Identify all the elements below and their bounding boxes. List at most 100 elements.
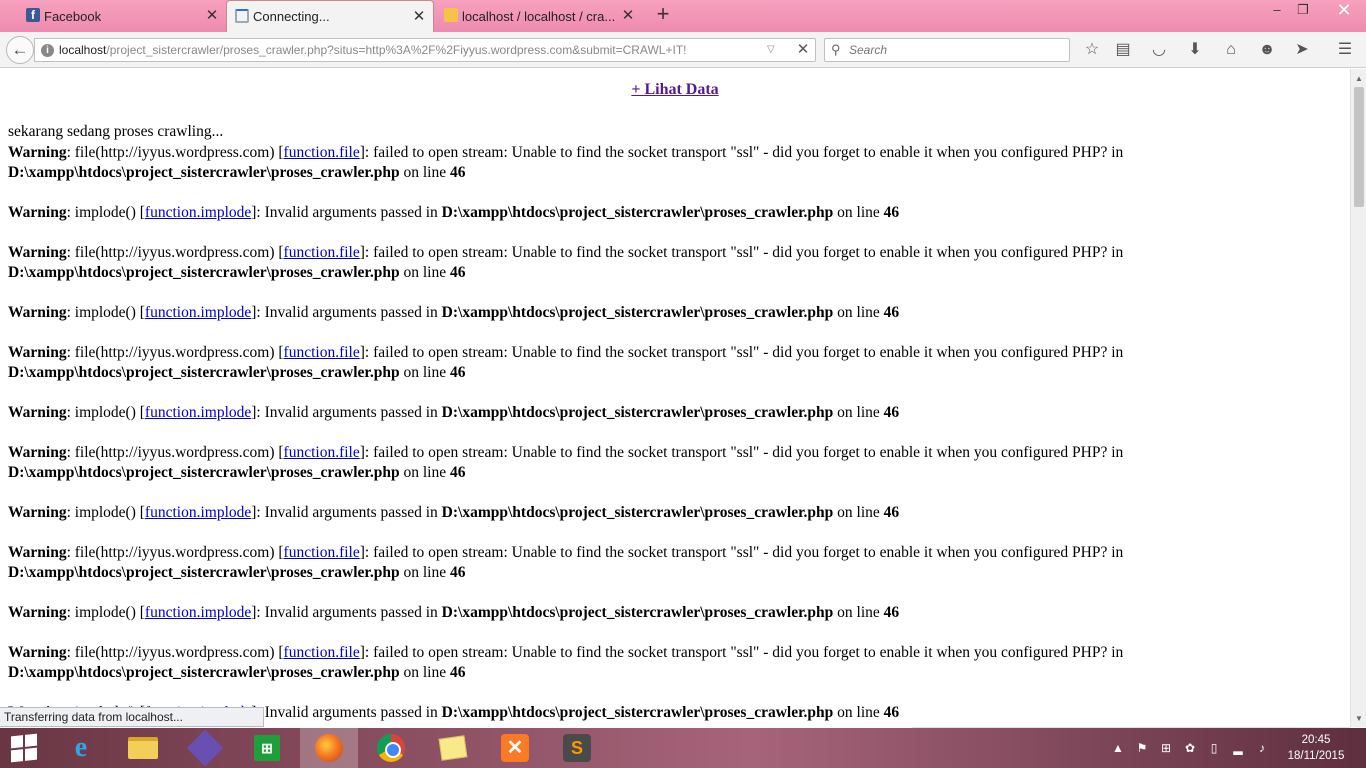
- facebook-icon: f: [26, 8, 40, 22]
- reading-list-icon[interactable]: ▤: [1113, 40, 1133, 60]
- tab-title: Facebook: [44, 8, 102, 24]
- sticky-notes-taskbar-button[interactable]: [424, 728, 482, 768]
- implode-warning-message: Warning: implode() [function.implode]: I…: [8, 403, 1298, 423]
- tab-close-icon[interactable]: ✕: [411, 9, 427, 25]
- home-icon[interactable]: ⌂: [1221, 40, 1241, 60]
- battery-icon[interactable]: ▯: [1206, 740, 1222, 756]
- function-doc-link[interactable]: function.implode: [145, 404, 251, 421]
- scrollbar-thumb[interactable]: [1354, 87, 1364, 207]
- file-explorer-taskbar-button[interactable]: [114, 728, 172, 768]
- warning-text: ]: failed to open stream: Unable to find…: [359, 644, 1124, 661]
- file-path: D:\xampp\htdocs\project_sistercrawler\pr…: [441, 504, 834, 521]
- tab-connecting[interactable]: Connecting... ✕: [226, 0, 434, 32]
- function-doc-link[interactable]: function.file: [284, 644, 360, 661]
- url-history-dropdown-icon[interactable]: ▽: [767, 39, 775, 61]
- warning-text: ]: Invalid arguments passed in: [251, 704, 442, 721]
- function-doc-link[interactable]: function.implode: [145, 504, 251, 521]
- warning-text: : implode() [: [66, 404, 145, 421]
- close-window-button[interactable]: ✕: [1322, 0, 1366, 22]
- line-number: 46: [450, 564, 466, 581]
- file-warning-message: Warning: file(http://iyyus.wordpress.com…: [8, 643, 1298, 683]
- tab-title: localhost / localhost / cra...: [462, 8, 616, 24]
- lihat-data-link[interactable]: + Lihat Data: [631, 81, 718, 98]
- warning-text: ]: Invalid arguments passed in: [251, 604, 442, 621]
- line-number: 46: [883, 204, 900, 221]
- back-button[interactable]: ←: [6, 36, 34, 64]
- vertical-scrollbar[interactable]: ▲ ▼: [1350, 69, 1366, 727]
- scroll-up-arrow-icon[interactable]: ▲: [1351, 71, 1366, 87]
- line-number: 46: [450, 464, 466, 481]
- function-doc-link[interactable]: function.implode: [145, 304, 251, 321]
- scroll-down-arrow-icon[interactable]: ▼: [1351, 711, 1366, 727]
- clock-date: 18/11/2015: [1287, 750, 1345, 762]
- tab-close-icon[interactable]: ✕: [204, 8, 220, 24]
- warning-label: Warning: [8, 244, 67, 261]
- pocket-icon[interactable]: ◡: [1149, 40, 1169, 60]
- file-warning-message: Warning: file(http://iyyus.wordpress.com…: [8, 443, 1298, 483]
- store-icon: ⊞: [254, 735, 280, 761]
- internet-explorer-taskbar-button[interactable]: e: [52, 728, 110, 768]
- network-signal-icon[interactable]: ▂: [1230, 740, 1246, 756]
- search-input[interactable]: [849, 41, 1063, 59]
- function-doc-link[interactable]: function.file: [284, 544, 360, 561]
- start-button[interactable]: [0, 728, 48, 768]
- file-warning-message: Warning: file(http://iyyus.wordpress.com…: [8, 143, 1298, 183]
- function-doc-link[interactable]: function.file: [284, 344, 360, 361]
- firefox-taskbar-button[interactable]: [300, 728, 358, 768]
- line-number: 46: [883, 704, 900, 721]
- lihat-data-heading: + Lihat Data: [0, 81, 1350, 99]
- page-content: + Lihat Data sekarang sedang proses craw…: [0, 69, 1350, 727]
- warning-text: ]: Invalid arguments passed in: [251, 304, 442, 321]
- url-text[interactable]: localhost/project_sistercrawler/proses_c…: [59, 39, 686, 61]
- file-path: D:\xampp\htdocs\project_sistercrawler\pr…: [441, 404, 834, 421]
- warning-text: ]: Invalid arguments passed in: [251, 504, 442, 521]
- warning-text: on line: [399, 364, 450, 381]
- file-warning-message: Warning: file(http://iyyus.wordpress.com…: [8, 543, 1298, 583]
- warning-text: : file(http://iyyus.wordpress.com) [: [66, 544, 284, 561]
- search-bar[interactable]: ⚲: [824, 38, 1070, 62]
- system-clock[interactable]: 20:45 18/11/2015: [1284, 732, 1348, 764]
- function-doc-link[interactable]: function.file: [284, 244, 360, 261]
- windows-icon[interactable]: ⊞: [1158, 740, 1174, 756]
- menu-icon[interactable]: ☰: [1335, 40, 1355, 60]
- bookmark-star-icon[interactable]: ☆: [1082, 40, 1102, 60]
- warning-text: ]: failed to open stream: Unable to find…: [359, 244, 1124, 261]
- file-path: D:\xampp\htdocs\project_sistercrawler\pr…: [441, 704, 834, 721]
- warning-text: ]: failed to open stream: Unable to find…: [359, 444, 1124, 461]
- url-bar[interactable]: i localhost/project_sistercrawler/proses…: [34, 38, 816, 62]
- site-info-icon[interactable]: i: [41, 44, 54, 57]
- downloads-icon[interactable]: ⬇: [1185, 40, 1205, 60]
- new-tab-button[interactable]: +: [652, 3, 674, 26]
- function-doc-link[interactable]: function.file: [284, 144, 360, 161]
- xampp-taskbar-button[interactable]: ✕: [486, 728, 544, 768]
- line-number: 46: [450, 264, 466, 281]
- volume-icon[interactable]: ♪: [1254, 740, 1270, 756]
- visual-studio-taskbar-button[interactable]: [176, 728, 234, 768]
- show-hidden-icons-icon[interactable]: ▲: [1110, 740, 1126, 756]
- file-path: D:\xampp\htdocs\project_sistercrawler\pr…: [441, 304, 834, 321]
- share-icon[interactable]: ➤: [1292, 40, 1312, 60]
- windows-store-taskbar-button[interactable]: ⊞: [238, 728, 296, 768]
- settings-icon[interactable]: ✿: [1182, 740, 1198, 756]
- chrome-taskbar-button[interactable]: [362, 728, 420, 768]
- function-doc-link[interactable]: function.implode: [145, 204, 251, 221]
- maximize-button[interactable]: ❐: [1288, 0, 1318, 22]
- tab-phpmyadmin[interactable]: localhost / localhost / cra... ✕: [436, 0, 642, 32]
- function-doc-link[interactable]: function.implode: [145, 604, 251, 621]
- sublime-text-taskbar-button[interactable]: S: [548, 728, 606, 768]
- hello-chat-icon[interactable]: ☻: [1257, 40, 1277, 60]
- tab-close-icon[interactable]: ✕: [620, 8, 636, 24]
- tab-facebook[interactable]: f Facebook ✕: [18, 0, 226, 32]
- clock-time: 20:45: [1301, 734, 1331, 746]
- tab-strip: f Facebook ✕ Connecting... ✕ localhost /…: [0, 0, 1366, 32]
- implode-warning-message: Warning: implode() [function.implode]: I…: [8, 203, 1298, 223]
- folder-icon: [128, 737, 158, 759]
- stop-loading-button[interactable]: ✕: [793, 39, 813, 61]
- search-icon: ⚲: [831, 42, 841, 57]
- status-bar: Transferring data from localhost...: [0, 707, 264, 727]
- action-center-flag-icon[interactable]: ⚑: [1134, 740, 1150, 756]
- warning-text: : file(http://iyyus.wordpress.com) [: [66, 644, 284, 661]
- function-doc-link[interactable]: function.file: [284, 444, 360, 461]
- implode-warning-message: Warning: implode() [function.implode]: I…: [8, 503, 1298, 523]
- warning-text: : implode() [: [66, 204, 145, 221]
